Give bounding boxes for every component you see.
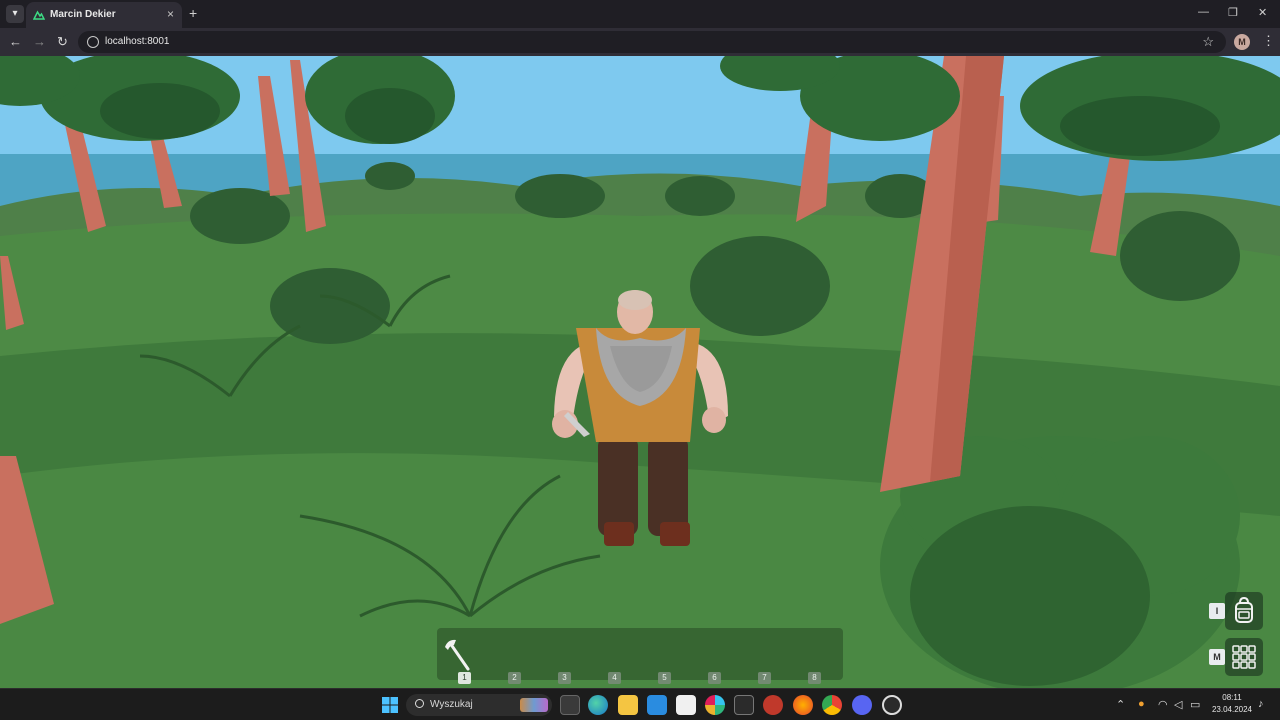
back-button[interactable]: ← [9, 34, 22, 49]
map-button[interactable] [1225, 638, 1263, 676]
discord-icon[interactable] [852, 695, 872, 715]
bookmark-star-icon[interactable]: ☆ [1202, 34, 1214, 50]
browser-menu-button[interactable]: ⋮ [1262, 33, 1275, 49]
clock-time: 08:11 [1222, 693, 1242, 702]
browser-tab[interactable]: Marcin Dekier × [26, 2, 182, 28]
inventory-key-badge: I [1209, 603, 1225, 619]
game-scene [0, 56, 1280, 688]
hotbar-slot-3[interactable]: 3 [558, 672, 571, 684]
slack-icon[interactable] [705, 695, 725, 715]
inventory-button[interactable] [1225, 592, 1263, 630]
hotbar-slot-2[interactable]: 2 [508, 672, 521, 684]
tab-title: Marcin Dekier [50, 9, 116, 20]
map-key-badge: M [1209, 649, 1225, 665]
terminal-icon[interactable] [734, 695, 754, 715]
taskbar-search[interactable]: Wyszukaj [406, 694, 552, 716]
wifi-icon[interactable]: ◠ [1158, 698, 1168, 711]
minimize-button[interactable]: — [1198, 6, 1209, 18]
url-text[interactable]: localhost:8001 [105, 36, 170, 47]
restore-button[interactable]: ❐ [1228, 6, 1238, 19]
forward-button[interactable]: → [33, 34, 46, 49]
file-explorer-icon[interactable] [618, 695, 638, 715]
taskbar-clock[interactable]: 08:11 23.04.2024 [1210, 692, 1254, 716]
volume-icon[interactable]: ◁ [1174, 698, 1182, 711]
app-red-icon[interactable] [763, 695, 783, 715]
new-tab-button[interactable]: + [189, 5, 197, 21]
windows-start-icon[interactable] [380, 695, 400, 715]
backpack-icon [1235, 596, 1253, 623]
tray-chevron-icon[interactable]: ⌃ [1116, 698, 1125, 711]
hotbar-slot-7[interactable]: 7 [758, 672, 771, 684]
browser-toolbar: ← → ↻ localhost:8001 ☆ M ⋮ [0, 28, 1280, 56]
search-icon [415, 699, 424, 708]
hotbar-slot-5[interactable]: 5 [658, 672, 671, 684]
notion-icon[interactable] [676, 695, 696, 715]
tab-close-button[interactable]: × [167, 7, 174, 21]
grid-icon [1232, 645, 1256, 669]
hotbar-slot-8[interactable]: 8 [808, 672, 821, 684]
battery-icon[interactable]: ▭ [1190, 698, 1200, 711]
hotbar [437, 628, 843, 680]
firefox-icon[interactable] [793, 695, 813, 715]
hotbar-slot-1[interactable]: 1 [458, 672, 471, 684]
site-favicon-icon [33, 10, 45, 20]
site-info-icon[interactable] [87, 36, 99, 48]
browser-tab-bar: ▾ Marcin Dekier × + — ❐ ✕ [0, 0, 1280, 28]
microphone-icon[interactable]: ● [1138, 698, 1145, 710]
clock-date: 23.04.2024 [1211, 705, 1253, 714]
search-highlight-icon [520, 698, 548, 712]
tab-search-button[interactable]: ▾ [6, 5, 24, 23]
hotbar-slot-4[interactable]: 4 [608, 672, 621, 684]
edge-icon[interactable] [588, 695, 608, 715]
axe-icon[interactable] [442, 637, 472, 671]
hotbar-slot-6[interactable]: 6 [708, 672, 721, 684]
close-window-button[interactable]: ✕ [1258, 6, 1267, 19]
search-label: Wyszukaj [430, 699, 473, 710]
notification-bell-icon[interactable]: ♪ [1258, 698, 1264, 710]
address-bar[interactable]: localhost:8001 ☆ [78, 31, 1226, 53]
task-view-icon[interactable] [560, 695, 580, 715]
obs-icon[interactable] [882, 695, 902, 715]
profile-avatar[interactable]: M [1234, 34, 1250, 50]
reload-button[interactable]: ↻ [57, 34, 68, 50]
vscode-icon[interactable] [647, 695, 667, 715]
game-viewport[interactable]: 1 2 3 4 5 6 7 8 I M [0, 56, 1280, 688]
chrome-icon[interactable] [822, 695, 842, 715]
windows-taskbar: Wyszukaj ⌃ ● ◠ ◁ ▭ 08:11 23.04.2024 ♪ [0, 688, 1280, 720]
